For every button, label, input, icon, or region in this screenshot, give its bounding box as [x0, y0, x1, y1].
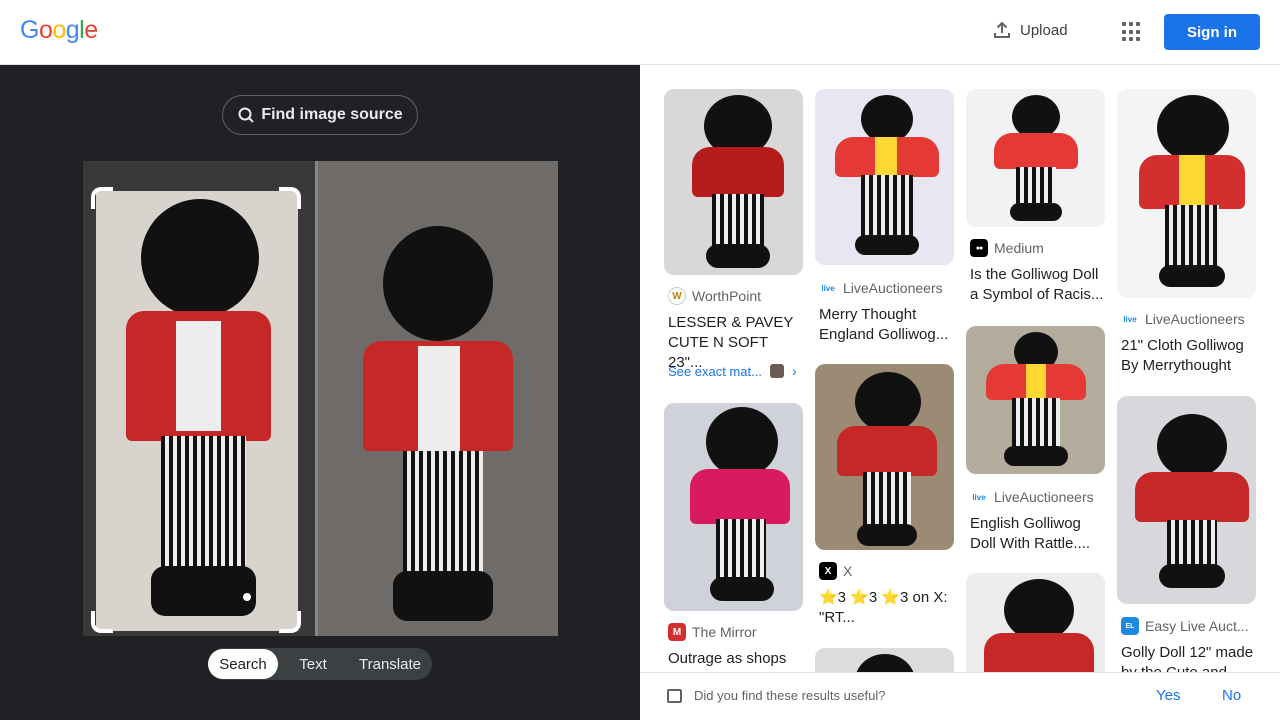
- find-image-source-label: Find image source: [261, 106, 403, 123]
- tab-translate[interactable]: Translate: [348, 649, 432, 679]
- logo-letter: e: [84, 16, 98, 44]
- result-title[interactable]: 21" Cloth Golliwog By Merrythought: [1121, 336, 1257, 376]
- crop-handle-bottom-left[interactable]: [91, 611, 113, 633]
- sign-in-button[interactable]: Sign in: [1164, 14, 1260, 50]
- worthpoint-icon: W: [668, 287, 686, 305]
- liveauctioneers-icon: live: [819, 279, 837, 297]
- result-source: live LiveAuctioneers: [1121, 310, 1245, 328]
- crop-handle-bottom-right[interactable]: [279, 611, 301, 633]
- liveauctioneers-icon: live: [970, 488, 988, 506]
- upload-label: Upload: [1020, 21, 1068, 39]
- logo-letter: o: [38, 16, 53, 44]
- query-image-panel: Find image source Search Text Translate: [0, 65, 640, 720]
- result-source: M The Mirror: [668, 623, 757, 641]
- medium-icon: ●●: [970, 239, 988, 257]
- easy-live-auction-icon: EL: [1121, 617, 1139, 635]
- result-thumbnail[interactable]: [664, 403, 803, 611]
- liveauctioneers-icon: live: [1121, 310, 1139, 328]
- feedback-question: Did you find these results useful?: [694, 688, 886, 703]
- result-source: W WorthPoint: [668, 287, 761, 305]
- query-photo: [83, 161, 558, 636]
- logo-letter: G: [20, 16, 39, 44]
- upload-button[interactable]: Upload: [992, 20, 1068, 40]
- logo-letter: o: [52, 16, 66, 44]
- result-source: live LiveAuctioneers: [819, 279, 943, 297]
- result-thumbnail[interactable]: [966, 89, 1105, 227]
- result-source: ●● Medium: [970, 239, 1044, 257]
- crop-handle-top-right[interactable]: [279, 187, 301, 209]
- mode-tabs: Search Text Translate: [208, 648, 432, 680]
- google-logo[interactable]: Google: [20, 16, 98, 45]
- result-title[interactable]: ⭐3 ⭐3 ⭐3 on X: "RT...: [819, 588, 955, 628]
- feedback-icon: [667, 689, 682, 703]
- result-source: live LiveAuctioneers: [970, 488, 1094, 506]
- object-dot[interactable]: [243, 593, 251, 601]
- result-source: EL Easy Live Auct...: [1121, 617, 1249, 635]
- visual-matches: W WorthPoint LESSER & PAVEY CUTE N SOFT …: [640, 65, 1280, 672]
- result-thumbnail[interactable]: [1117, 89, 1256, 298]
- feedback-no-button[interactable]: No: [1222, 687, 1241, 704]
- logo-letter: g: [65, 16, 80, 44]
- see-exact-matches-link[interactable]: See exact mat... ›: [668, 363, 797, 379]
- result-thumbnail[interactable]: [664, 89, 803, 275]
- result-source: X X: [819, 562, 852, 580]
- tab-search[interactable]: Search: [208, 649, 278, 679]
- result-title[interactable]: Outrage as shops: [668, 649, 804, 669]
- result-title[interactable]: Merry Thought England Golliwog...: [819, 305, 955, 345]
- the-mirror-icon: M: [668, 623, 686, 641]
- result-thumbnail[interactable]: [966, 573, 1105, 672]
- result-thumbnail[interactable]: [815, 364, 954, 550]
- upload-icon: [994, 21, 1010, 38]
- feedback-yes-button[interactable]: Yes: [1156, 687, 1180, 704]
- result-thumbnail[interactable]: [815, 89, 954, 265]
- result-title[interactable]: Is the Golliwog Doll a Symbol of Racis..…: [970, 265, 1106, 305]
- tab-text[interactable]: Text: [278, 649, 348, 679]
- result-thumbnail[interactable]: [815, 648, 954, 672]
- chevron-right-icon: ›: [791, 363, 797, 379]
- crop-handle-top-left[interactable]: [91, 187, 113, 209]
- x-icon: X: [819, 562, 837, 580]
- result-title[interactable]: Golly Doll 12" made by the Cute and: [1121, 643, 1257, 672]
- result-thumbnail[interactable]: [1117, 396, 1256, 604]
- result-title[interactable]: English Golliwog Doll With Rattle....: [970, 514, 1106, 554]
- google-apps-icon[interactable]: [1122, 22, 1142, 42]
- result-thumbnail[interactable]: [966, 326, 1105, 474]
- top-bar: Google Upload Sign in: [0, 0, 1280, 65]
- lens-search-icon: [238, 107, 255, 123]
- find-image-source-button[interactable]: Find image source: [222, 95, 418, 135]
- feedback-bar: Did you find these results useful? Yes N…: [640, 672, 1280, 720]
- exact-match-thumb: [769, 364, 784, 378]
